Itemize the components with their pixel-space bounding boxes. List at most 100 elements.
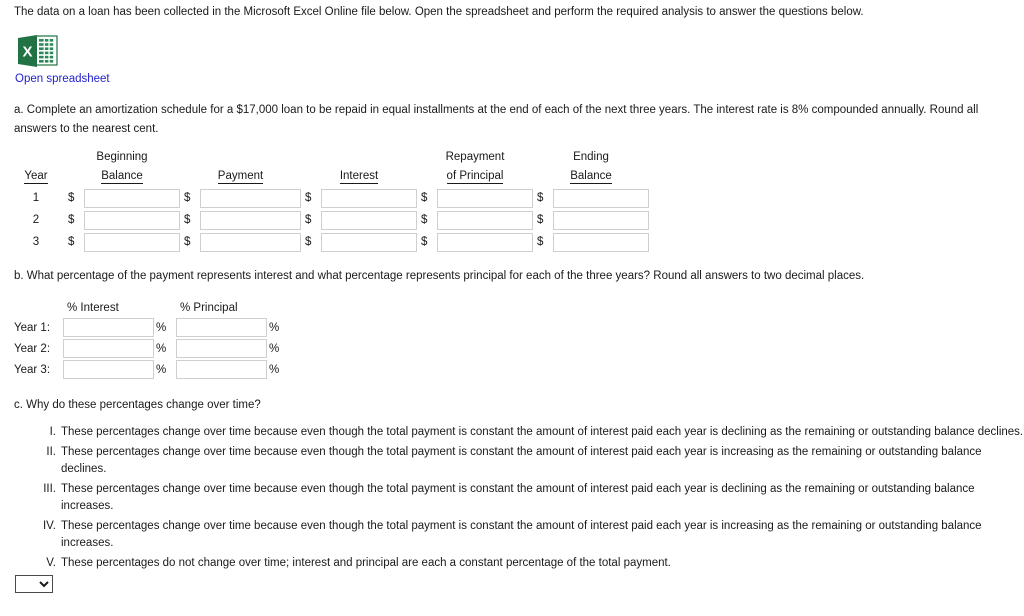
input-payment-year1[interactable] [200,188,301,208]
input-pct-interest-year2[interactable] [63,339,154,358]
row-year-2: 2 [32,214,40,226]
header-of-principal-label: of Principal [446,169,504,184]
cell-pct-principal-2 [176,338,267,359]
table-row: 3 $ $ $ $ $ [14,231,649,253]
amortization-table-body: 1 $ $ $ $ $ 2 $ $ $ $ $ 3 $ $ $ $ $ [14,187,649,253]
option-text-iv: These percentages change over time becau… [61,519,982,550]
percentage-table-head: % Interest % Principal [14,298,289,317]
answer-option-iv[interactable]: IV. These percentages change over time b… [14,518,1024,553]
currency-symbol: $ [68,192,75,204]
input-ending-balance-year2[interactable] [553,210,649,230]
cell-pct-interest-1 [63,317,154,338]
table-row: 2 $ $ $ $ $ [14,209,649,231]
currency-symbol: $ [68,214,75,226]
answer-option-iii[interactable]: III. These percentages change over time … [14,481,1024,516]
row-year-1: 1 [32,192,40,204]
currency-symbol: $ [184,236,191,248]
input-payment-year2[interactable] [200,210,301,230]
cell-pct-interest-2 [63,338,154,359]
option-text-i: These percentages change over time becau… [61,426,1024,438]
percentage-header-interest: % Interest [67,301,119,314]
cell-beginning-balance-1 [84,187,180,209]
header-year-label: Year [24,169,48,184]
percentage-row-label-year3: Year 3: [14,363,51,376]
cell-payment-1 [200,187,301,209]
header-top-ending: Ending [573,151,609,163]
cell-pct-principal-3 [176,359,267,380]
list-item: Year 1: % % [14,317,289,338]
currency-symbol: $ [305,192,312,204]
cell-payment-2 [200,209,301,231]
intro-paragraph: The data on a loan has been collected in… [14,6,864,18]
option-text-ii: These percentages change over time becau… [61,445,982,476]
input-payment-year3[interactable] [200,232,301,252]
cell-repayment-principal-2 [437,209,533,231]
header-top-blank [14,148,64,166]
question-c-text: c. Why do these percentages change over … [14,399,261,411]
cell-payment-3 [200,231,301,253]
percentage-row-label-year1: Year 1: [14,321,51,334]
percent-symbol: % [269,321,280,334]
currency-symbol: $ [537,192,544,204]
input-repayment-principal-year1[interactable] [437,188,533,208]
input-beginning-balance-year2[interactable] [84,210,180,230]
cell-pct-principal-1 [176,317,267,338]
percentage-header-row: % Interest % Principal [14,298,289,317]
amortization-table-head: Beginning Repayment Ending Year Balance … [14,148,649,187]
input-beginning-balance-year3[interactable] [84,232,180,252]
cell-pct-interest-3 [63,359,154,380]
header-interest: Interest [301,166,417,187]
excel-file-icon[interactable]: X [17,34,59,68]
input-repayment-principal-year2[interactable] [437,210,533,230]
header-top-beginning: Beginning [96,151,148,163]
header-year: Year [14,166,64,187]
answer-dropdown[interactable]: IIIIIIIVV [15,575,53,593]
header-ending-balance: Balance [533,166,649,187]
header-top-repayment: Repayment [445,151,505,163]
percentage-header-spacer [154,298,176,317]
percent-symbol: % [269,363,280,376]
header-balance-label: Balance [101,169,143,184]
open-spreadsheet-link[interactable]: Open spreadsheet [15,73,110,85]
cell-interest-1 [321,187,417,209]
percentage-row-label-year2: Year 2: [14,342,51,355]
input-pct-interest-year3[interactable] [63,360,154,379]
input-interest-year1[interactable] [321,188,417,208]
answer-option-i[interactable]: I. These percentages change over time be… [14,424,1024,442]
input-ending-balance-year3[interactable] [553,232,649,252]
option-text-v: These percentages do not change over tim… [61,556,671,569]
input-interest-year3[interactable] [321,232,417,252]
input-pct-principal-year2[interactable] [176,339,267,358]
header-top-interest-blank [301,148,417,166]
currency-symbol: $ [421,236,428,248]
header-top-payment-blank [180,148,301,166]
currency-symbol: $ [421,214,428,226]
answer-option-v[interactable]: V. These percentages do not change over … [14,555,1024,573]
header-interest-label: Interest [339,169,379,184]
cell-interest-3 [321,231,417,253]
input-pct-interest-year1[interactable] [63,318,154,337]
percentage-header-spacer-2 [267,298,289,317]
svg-text:X: X [22,44,32,61]
input-beginning-balance-year1[interactable] [84,188,180,208]
cell-ending-balance-2 [553,209,649,231]
input-interest-year2[interactable] [321,210,417,230]
row-year-3: 3 [32,236,40,248]
amortization-header-top-row: Beginning Repayment Ending [14,148,649,166]
amortization-header-bottom-row: Year Balance Payment Interest of Princip… [14,166,649,187]
answer-option-ii[interactable]: II. These percentages change over time b… [14,444,1024,479]
question-b-text: b. What percentage of the payment repres… [14,270,865,282]
table-row: 1 $ $ $ $ $ [14,187,649,209]
input-repayment-principal-year3[interactable] [437,232,533,252]
input-pct-principal-year1[interactable] [176,318,267,337]
currency-symbol: $ [537,214,544,226]
header-payment-label: Payment [217,169,264,184]
input-ending-balance-year1[interactable] [553,188,649,208]
option-numeral-v: V. [46,556,56,569]
input-pct-principal-year3[interactable] [176,360,267,379]
question-a-text: a. Complete an amortization schedule for… [14,104,979,135]
header-payment: Payment [180,166,301,187]
list-item: Year 3: % % [14,359,289,380]
worksheet-page: The data on a loan has been collected in… [0,0,1024,616]
cell-repayment-principal-3 [437,231,533,253]
